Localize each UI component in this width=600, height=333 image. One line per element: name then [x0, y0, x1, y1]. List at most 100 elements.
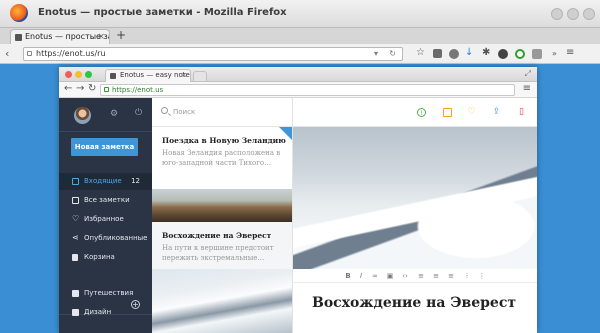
share-icon[interactable]: ⇪	[492, 108, 501, 117]
close-tab-icon[interactable]: ×	[181, 70, 187, 81]
close-window-button[interactable]	[583, 8, 595, 20]
screenshot-icon[interactable]	[532, 49, 542, 59]
heart-icon: ♡	[72, 214, 80, 223]
link-icon[interactable]: ∞	[370, 271, 380, 281]
address-bar-url: https://enot.us/ru	[36, 49, 106, 58]
trash-icon[interactable]: ▯	[517, 108, 526, 117]
gear-icon[interactable]: ⚙	[110, 109, 118, 119]
sidebar-item-travel[interactable]: Путешествия	[59, 285, 152, 302]
code-icon[interactable]: ‹›	[400, 271, 410, 281]
sidebar-item-label: Корзина	[84, 253, 115, 261]
window-title: Enotus — простые заметки - Mozilla Firef…	[38, 7, 287, 18]
back-arrow-icon[interactable]: ←	[64, 83, 72, 94]
note-thumbnail	[152, 269, 292, 333]
bold-button[interactable]: B	[343, 271, 353, 281]
reload-icon[interactable]: ↻	[88, 83, 96, 94]
avatar[interactable]	[74, 107, 91, 124]
trash-icon	[72, 254, 78, 261]
app-nav-bar: ← → ↻ https://enot.us ≡	[59, 82, 537, 98]
sidebar-item-label: Входящие	[84, 177, 122, 185]
note-title: Поездка в Новую Зеландию	[162, 136, 286, 145]
firefox-nav-bar: ‹ https://enot.us/ru ▾ ↻ ☆ ↓ ✱ » ≡	[0, 44, 600, 64]
list-ordered-icon[interactable]: ⁝	[462, 271, 472, 281]
firefox-logo-icon	[10, 4, 28, 22]
status-icon[interactable]	[515, 49, 525, 59]
expand-icon[interactable]: ⤢	[525, 69, 531, 79]
sidebar-item-trash[interactable]: Корзина	[59, 249, 152, 266]
new-tab-button[interactable]	[193, 71, 207, 81]
app-title-bar: Enotus — easy notes × ⤢	[59, 67, 537, 82]
editor-toolbar: ! ♡ ⇪ ▯	[293, 98, 537, 127]
search-icon	[161, 107, 168, 114]
sidebar-item-label: Путешествия	[84, 289, 134, 297]
align-center-icon[interactable]: ≡	[431, 271, 441, 281]
sidebar-item-label: Все заметки	[84, 196, 130, 204]
new-tab-button[interactable]: +	[114, 28, 128, 44]
maximize-button[interactable]	[567, 8, 579, 20]
close-tab-icon[interactable]: ×	[97, 30, 105, 44]
format-toolbar: B I ∞ ▣ ‹› ≡ ≡ ≡ ⁝ ⋮	[293, 269, 537, 283]
minimize-button[interactable]	[551, 8, 563, 20]
hamburger-menu-icon[interactable]: ≡	[566, 47, 574, 58]
sidebar-item-label: Дизайн	[84, 308, 112, 316]
heart-icon[interactable]: ♡	[467, 108, 476, 117]
reload-icon[interactable]: ↻	[389, 48, 396, 60]
pocket-icon[interactable]	[449, 49, 459, 59]
reading-list-icon[interactable]	[433, 49, 442, 58]
list-item[interactable]: Восхождение на Эверест На пути к вершине…	[152, 222, 292, 333]
divider	[59, 131, 152, 132]
notebook-icon[interactable]	[443, 108, 452, 117]
notes-icon	[72, 197, 79, 204]
notes-list: Поездка в Новую Зеландию Новая Зеландия …	[152, 98, 293, 333]
image-icon[interactable]: ▣	[385, 271, 395, 281]
notebook-icon	[72, 290, 79, 297]
list-bullet-icon[interactable]: ⋮	[477, 271, 487, 281]
addon-icon[interactable]	[498, 49, 508, 59]
sidebar-item-favorites[interactable]: ♡ Избранное	[59, 211, 152, 228]
power-icon[interactable]: ⏻	[135, 108, 142, 118]
inbox-icon	[72, 178, 79, 185]
note-editor: ! ♡ ⇪ ▯ B I ∞ ▣ ‹› ≡ ≡ ≡ ⁝ ⋮ Восхождение…	[293, 98, 537, 333]
search-input[interactable]	[173, 106, 283, 118]
shared-badge-icon	[279, 127, 292, 141]
hamburger-menu-icon[interactable]: ≡	[523, 83, 531, 94]
align-right-icon[interactable]: ≡	[446, 271, 456, 281]
url-dropdown-icon[interactable]: ▾	[374, 48, 378, 60]
lock-icon	[104, 87, 109, 92]
favicon-icon	[15, 34, 22, 41]
address-bar[interactable]: https://enot.us/ru ▾ ↻	[23, 47, 403, 61]
browser-tab[interactable]: Enotus — простые за… ×	[10, 29, 110, 45]
maximize-dot-icon[interactable]	[85, 71, 92, 78]
sidebar: ⚙ ⏻ Новая заметка Входящие 12 Все заметк…	[59, 98, 152, 333]
note-preview: На пути к вершине предстоит пережить экс…	[162, 244, 274, 262]
sidebar-item-published[interactable]: ⋖ Опубликованные	[59, 230, 152, 247]
app-address-url: https://enot.us	[112, 86, 164, 94]
close-dot-icon[interactable]	[65, 71, 72, 78]
app-address-bar[interactable]: https://enot.us	[100, 84, 515, 96]
app-window: Enotus — easy notes × ⤢ ← → ↻ https://en…	[59, 67, 537, 333]
forward-arrow-icon[interactable]: →	[76, 83, 84, 94]
app-tab[interactable]: Enotus — easy notes ×	[105, 69, 191, 82]
inbox-count-badge: 12	[131, 177, 140, 185]
star-icon[interactable]: ☆	[416, 47, 425, 58]
italic-button[interactable]: I	[356, 271, 366, 281]
favicon-icon	[110, 73, 116, 79]
share-icon: ⋖	[72, 233, 79, 242]
sidebar-item-inbox[interactable]: Входящие 12	[59, 173, 152, 190]
note-title-heading[interactable]: Восхождение на Эверест	[312, 295, 532, 311]
sidebar-item-design[interactable]: Дизайн	[59, 304, 152, 321]
search-bar	[152, 98, 292, 127]
sidebar-item-all-notes[interactable]: Все заметки	[59, 192, 152, 209]
new-note-button[interactable]: Новая заметка	[71, 138, 138, 156]
note-thumbnail	[152, 189, 292, 222]
notebook-icon	[72, 309, 79, 316]
align-left-icon[interactable]: ≡	[416, 271, 426, 281]
overflow-icon[interactable]: »	[552, 49, 557, 58]
firefox-tab-strip: Enotus — простые за… ×	[0, 28, 600, 45]
download-icon[interactable]: ↓	[465, 47, 473, 58]
back-arrow-icon[interactable]: ‹	[5, 47, 9, 60]
minimize-dot-icon[interactable]	[75, 71, 82, 78]
info-icon[interactable]: !	[417, 108, 426, 117]
extension-icon[interactable]: ✱	[482, 47, 490, 58]
list-item[interactable]: Поездка в Новую Зеландию Новая Зеландия …	[152, 127, 292, 222]
